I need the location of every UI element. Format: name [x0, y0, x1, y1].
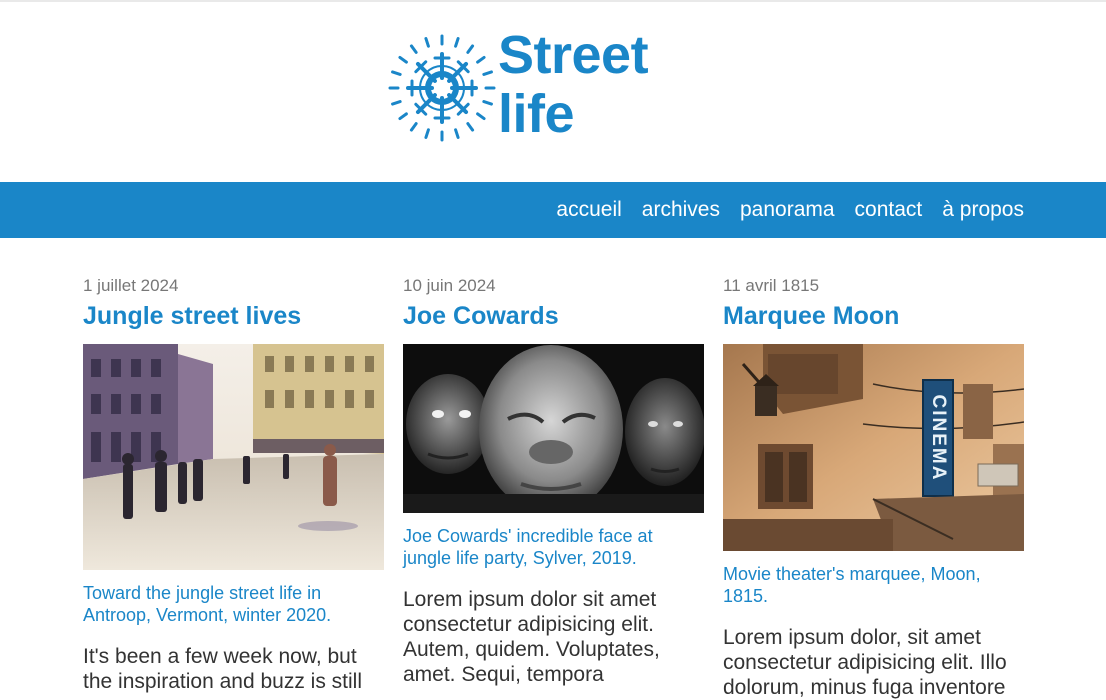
main-nav: accueil archives panorama contact à prop…: [0, 182, 1106, 238]
nav-item-contact[interactable]: contact: [855, 182, 923, 238]
article-excerpt: Lorem ipsum dolor, sit amet consectetur …: [723, 626, 1007, 699]
image-caption: Joe Cowards' incredible face at jungle l…: [403, 526, 653, 568]
nav-item-a-propos[interactable]: à propos: [942, 182, 1024, 238]
site-title-line2: life: [498, 84, 575, 144]
cinema-photo-image: CINEMA: [723, 344, 1024, 551]
article-title-link[interactable]: Marquee Moon: [723, 300, 1024, 332]
article-excerpt: Lorem ipsum dolor sit amet consectetur a…: [403, 588, 660, 686]
article-date: 1 juillet 2024: [83, 276, 179, 295]
portrait-photo-image: [403, 344, 704, 513]
article-title-link[interactable]: Jungle street lives: [83, 300, 384, 332]
image-caption: Movie theater's marquee, Moon, 1815.: [723, 564, 981, 606]
article-card: 11 avril 1815 Marquee Moon CINEMA Movie …: [723, 276, 1024, 700]
article-date: 11 avril 1815: [723, 276, 820, 295]
street-photo-image: [83, 344, 384, 570]
nav-item-accueil[interactable]: accueil: [556, 182, 621, 238]
articles-grid: 1 juillet 2024 Jungle street lives Towar…: [83, 276, 1025, 699]
article-excerpt: It's been a few week now, but the inspir…: [83, 645, 362, 693]
article-title-link[interactable]: Joe Cowards: [403, 300, 704, 332]
site-title: Street life: [498, 25, 649, 144]
article-card: 1 juillet 2024 Jungle street lives Towar…: [83, 276, 384, 694]
site-title-line1: Street: [498, 25, 649, 85]
site-logo-link[interactable]: Street life: [388, 26, 688, 150]
article-image[interactable]: [403, 344, 704, 513]
article-image[interactable]: [83, 344, 384, 570]
nav-item-archives[interactable]: archives: [642, 182, 720, 238]
nav-list: accueil archives panorama contact à prop…: [556, 182, 1024, 238]
article-date: 10 juin 2024: [403, 276, 496, 295]
snowflake-icon: [388, 34, 496, 142]
nav-item-panorama[interactable]: panorama: [740, 182, 835, 238]
site-header: Street life: [0, 0, 1106, 182]
image-caption: Toward the jungle street life in Antroop…: [83, 583, 332, 625]
article-card: 10 juin 2024 Joe Cowards Joe Cowards' in…: [403, 276, 704, 687]
cinema-sign-text: CINEMA: [928, 395, 949, 482]
article-image[interactable]: CINEMA: [723, 344, 1024, 551]
